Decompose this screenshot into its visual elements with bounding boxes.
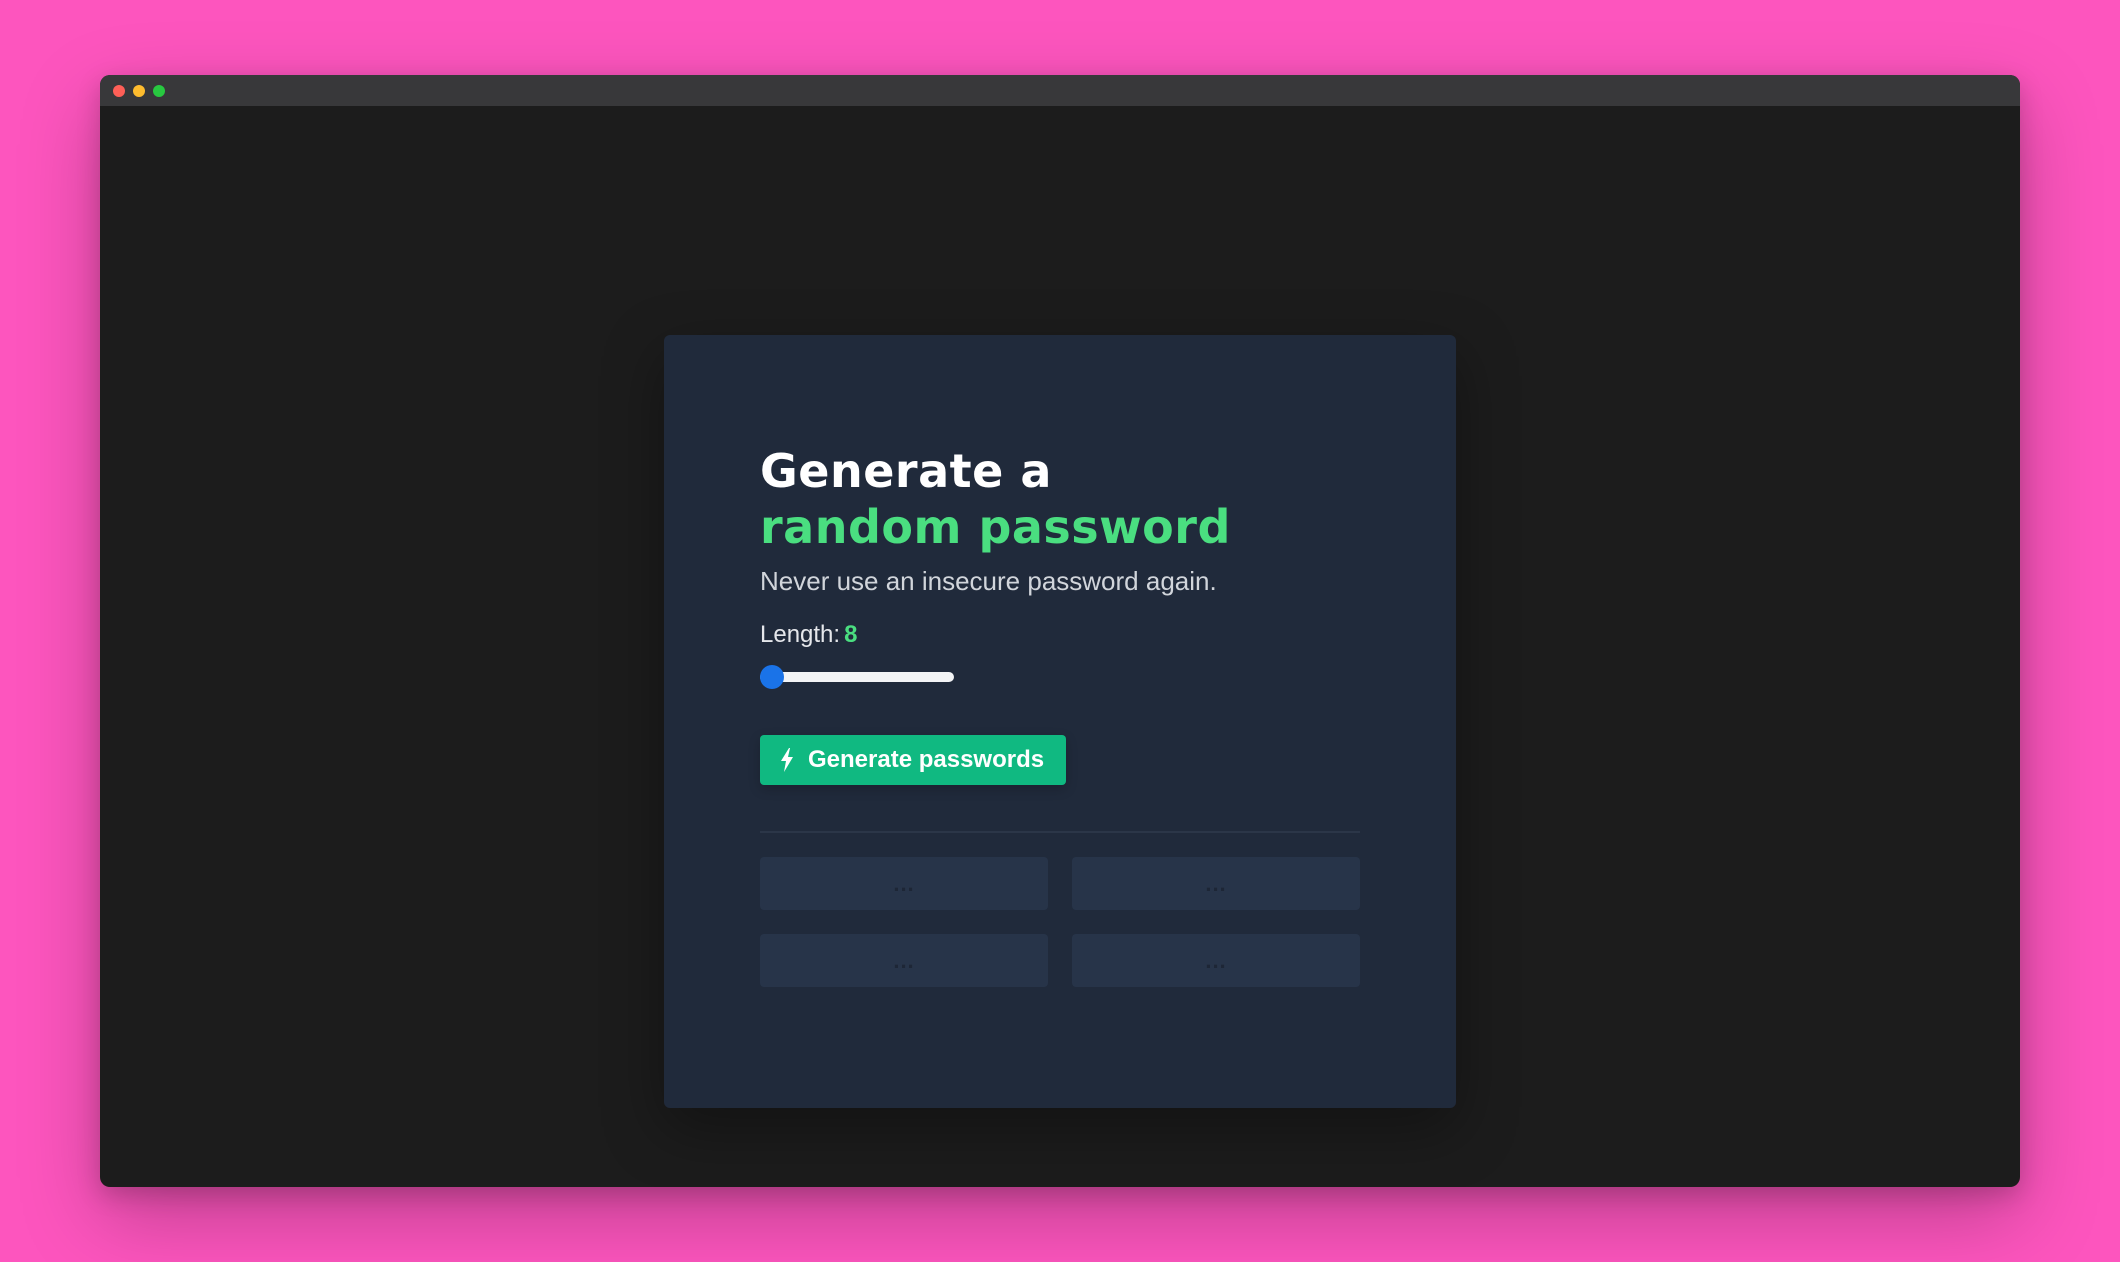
password-slot-2[interactable]: ...: [1072, 857, 1360, 910]
minimize-window-button[interactable]: [133, 84, 145, 97]
password-slot-4[interactable]: ...: [1072, 934, 1360, 987]
slider-track[interactable]: [760, 672, 954, 682]
title-line-1: Generate a: [760, 444, 1052, 498]
length-row: Length: 8: [760, 619, 1360, 651]
page-title: Generate a random password: [760, 443, 1360, 555]
slider-thumb[interactable]: [760, 665, 784, 689]
card-inner: Generate a random password Never use an …: [760, 443, 1360, 987]
generate-button-label: Generate passwords: [808, 746, 1045, 773]
maximize-window-button[interactable]: [153, 84, 165, 97]
password-generator-card: Generate a random password Never use an …: [664, 335, 1456, 1108]
window-titlebar: [100, 75, 2020, 106]
subtitle: Never use an insecure password again.: [760, 566, 1217, 596]
password-slot-1[interactable]: ...: [760, 857, 1048, 910]
browser-window: Generate a random password Never use an …: [100, 75, 2020, 1187]
length-label: Length:: [760, 621, 841, 648]
password-grid: ... ... ... ...: [760, 857, 1360, 987]
close-window-button[interactable]: [113, 84, 125, 97]
divider: [760, 831, 1360, 833]
window-content: Generate a random password Never use an …: [100, 106, 2020, 1187]
length-slider[interactable]: [760, 665, 954, 689]
length-value: 8: [844, 621, 858, 648]
title-line-2: random password: [760, 500, 1231, 554]
generate-passwords-button[interactable]: Generate passwords: [760, 735, 1067, 785]
lightning-bolt-icon: [780, 748, 794, 772]
password-slot-3[interactable]: ...: [760, 934, 1048, 987]
